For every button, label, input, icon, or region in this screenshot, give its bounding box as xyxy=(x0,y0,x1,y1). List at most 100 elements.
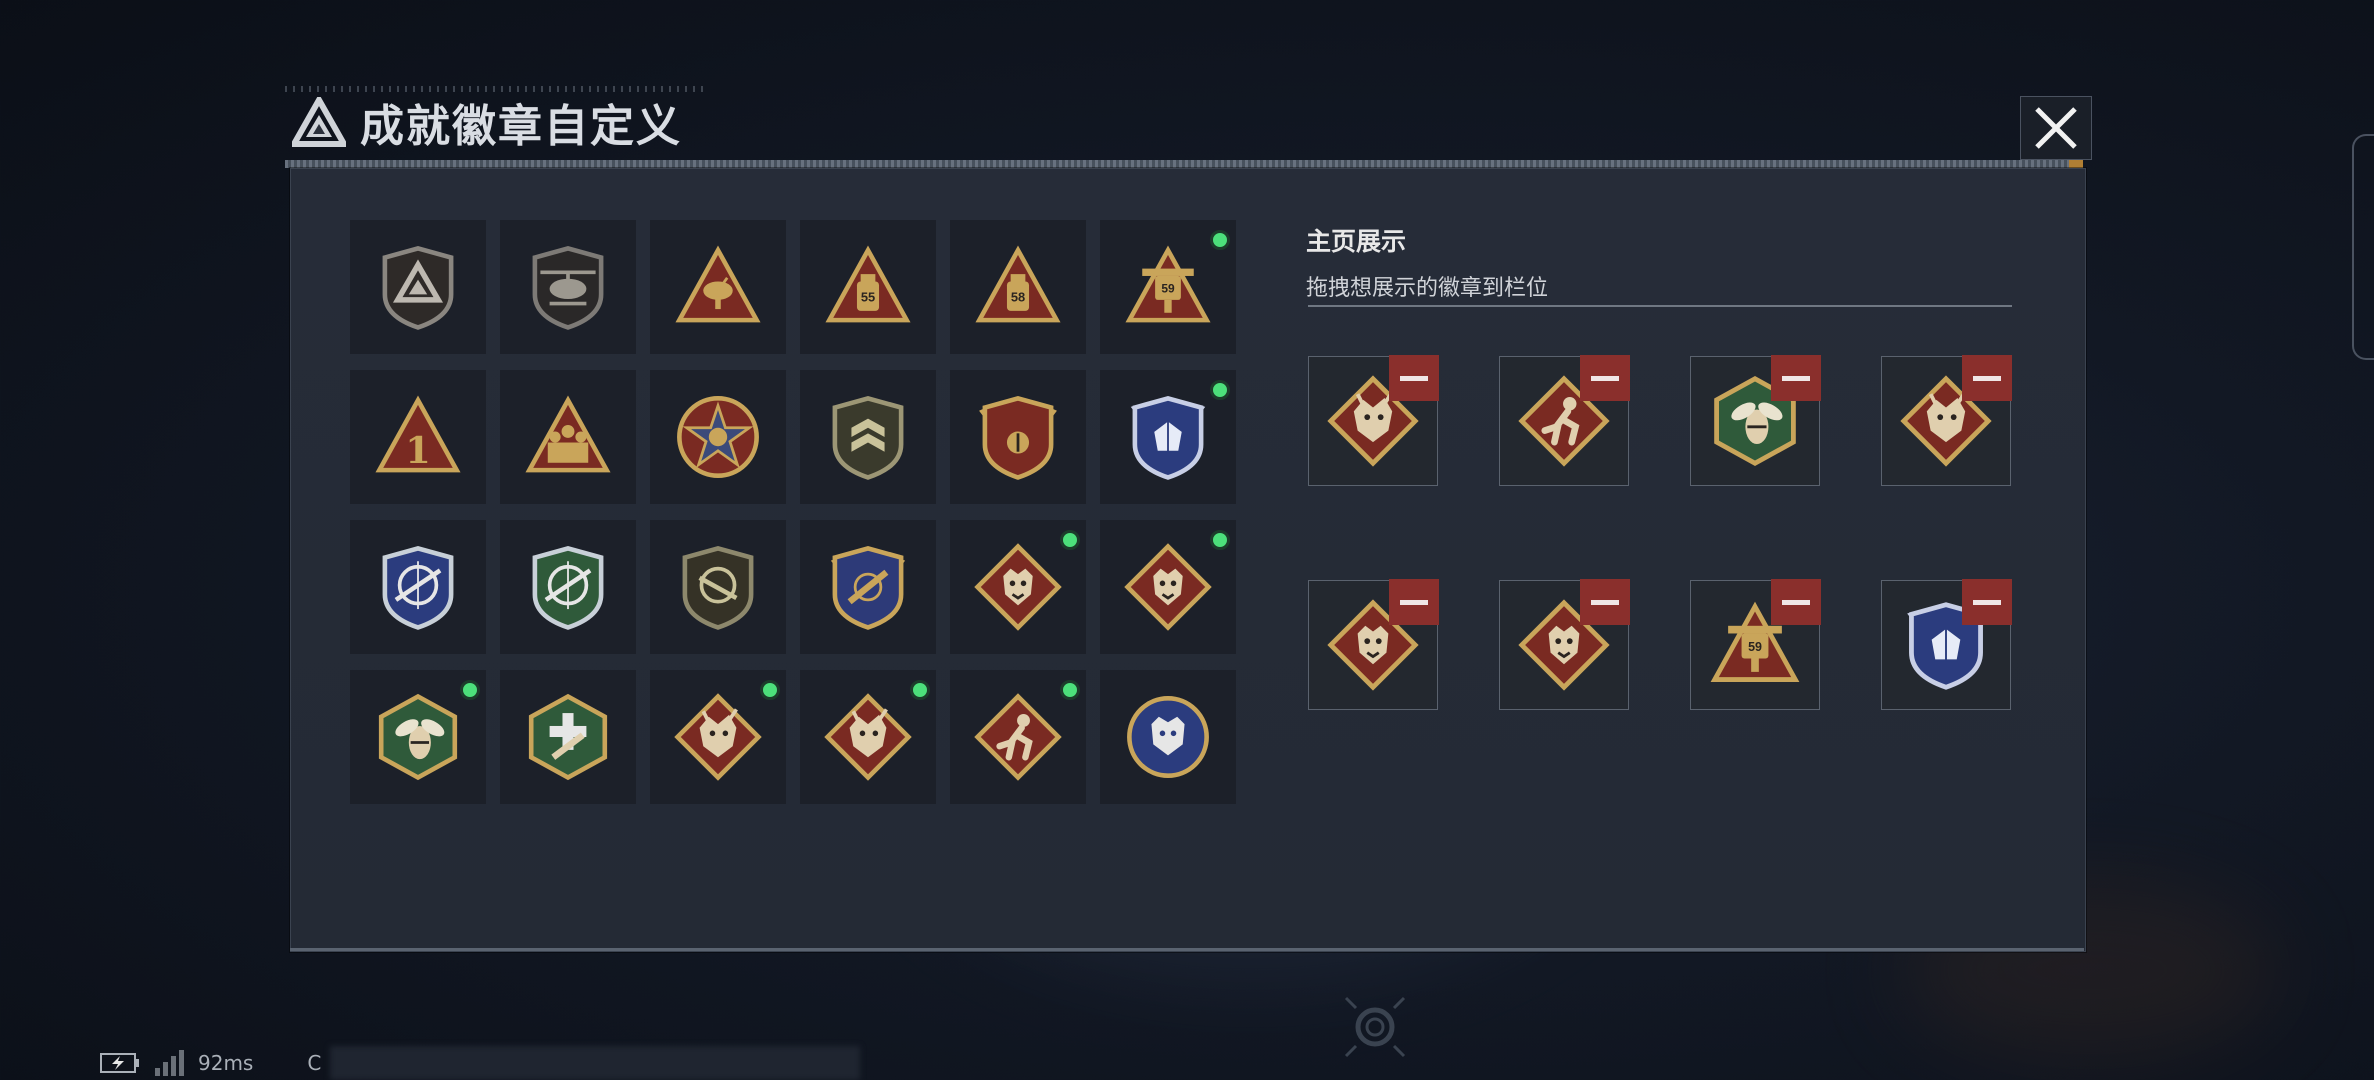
badge-cell[interactable]: 1 xyxy=(350,370,486,504)
badge-cell[interactable] xyxy=(650,670,786,804)
circle-rifle-badge-icon xyxy=(672,541,764,633)
badge-cell[interactable] xyxy=(650,520,786,654)
shield-triangle-badge-icon xyxy=(372,241,464,333)
minus-icon xyxy=(1973,599,2001,605)
showcase-slot[interactable] xyxy=(1308,355,1439,486)
new-indicator-dot xyxy=(1210,230,1230,250)
badge-cell[interactable] xyxy=(800,520,936,654)
dragon-diamond-badge-icon xyxy=(672,691,764,783)
minus-icon xyxy=(1973,375,2001,381)
remove-badge-button[interactable] xyxy=(1771,355,1821,401)
minus-icon xyxy=(1400,599,1428,605)
runner-diamond-badge-icon xyxy=(972,691,1064,783)
gold-rifle-shield-badge-icon xyxy=(822,541,914,633)
wolf-diamond-badge-icon xyxy=(972,541,1064,633)
showcase-slot[interactable] xyxy=(1690,355,1821,486)
star-medal-badge-icon xyxy=(672,391,764,483)
page-title: 成就徽章自定义 xyxy=(360,101,682,152)
crosshair-target-icon xyxy=(1344,996,1406,1058)
ping-value: 92ms xyxy=(198,1051,254,1075)
close-button[interactable] xyxy=(2020,96,2092,160)
helicopter-badge-icon xyxy=(522,241,614,333)
minus-icon xyxy=(1782,599,1810,605)
dialog-title: 成就徽章自定义 xyxy=(292,92,682,152)
badge-cell[interactable] xyxy=(1100,670,1236,804)
badge-cell[interactable] xyxy=(950,370,1086,504)
new-indicator-dot xyxy=(1060,680,1080,700)
blue-crystal-badge-icon xyxy=(1122,391,1214,483)
medic-hexagon-badge-icon xyxy=(522,691,614,783)
badge-cell[interactable] xyxy=(350,220,486,354)
svg-text:58: 58 xyxy=(1011,290,1025,305)
remove-badge-button[interactable] xyxy=(1962,579,2012,625)
showcase-slot[interactable]: 59 xyxy=(1690,579,1821,710)
close-icon xyxy=(2035,107,2077,149)
badge-cell[interactable] xyxy=(1100,370,1236,504)
badge-cell[interactable] xyxy=(500,670,636,804)
triangle-soldiers-badge-icon xyxy=(522,391,614,483)
satellite-dish-badge-icon xyxy=(672,241,764,333)
svg-text:1: 1 xyxy=(405,428,431,472)
minus-icon xyxy=(1400,375,1428,381)
badge-cell[interactable] xyxy=(500,520,636,654)
showcase-divider xyxy=(1308,305,2012,307)
remove-badge-button[interactable] xyxy=(1580,355,1630,401)
badge-cell[interactable] xyxy=(650,370,786,504)
new-indicator-dot xyxy=(1060,530,1080,550)
hornet-hexagon-badge-icon xyxy=(372,691,464,783)
showcase-subtitle: 拖拽想展示的徽章到栏位 xyxy=(1306,276,1549,301)
side-drawer-handle[interactable] xyxy=(2352,134,2374,360)
triangle-58-badge-icon: 58 xyxy=(972,241,1064,333)
badge-cell[interactable] xyxy=(800,370,936,504)
badge-cell[interactable]: 58 xyxy=(950,220,1086,354)
tank-59-badge-icon: 59 xyxy=(1122,241,1214,333)
badge-cell[interactable] xyxy=(500,370,636,504)
wolf-circle-badge-icon xyxy=(1122,691,1214,783)
remove-badge-button[interactable] xyxy=(1389,355,1439,401)
svg-text:55: 55 xyxy=(861,290,875,305)
signal-icon xyxy=(155,1050,184,1076)
panel-bottom-border xyxy=(290,948,2084,951)
dragon-diamond-badge-icon xyxy=(822,691,914,783)
badge-cell[interactable] xyxy=(350,670,486,804)
new-indicator-dot xyxy=(1210,530,1230,550)
new-indicator-dot xyxy=(760,680,780,700)
badge-cell[interactable] xyxy=(950,670,1086,804)
new-indicator-dot xyxy=(460,680,480,700)
badge-cell[interactable]: 59 xyxy=(1100,220,1236,354)
showcase-slot[interactable] xyxy=(1499,579,1630,710)
remove-badge-button[interactable] xyxy=(1389,579,1439,625)
blue-crosshair-rifle-badge-icon xyxy=(372,541,464,633)
badge-cell[interactable] xyxy=(950,520,1086,654)
remove-badge-button[interactable] xyxy=(1771,579,1821,625)
badge-cell[interactable] xyxy=(350,520,486,654)
showcase-slot[interactable] xyxy=(1308,579,1439,710)
minus-icon xyxy=(1782,375,1810,381)
panel-top-border xyxy=(285,160,2083,168)
badge-cell[interactable]: 55 xyxy=(800,220,936,354)
remove-badge-button[interactable] xyxy=(1962,355,2012,401)
remove-badge-button[interactable] xyxy=(1580,579,1630,625)
minus-icon xyxy=(1591,375,1619,381)
svg-text:59: 59 xyxy=(1161,282,1175,296)
showcase-slot[interactable] xyxy=(1881,355,2012,486)
showcase-title: 主页展示 xyxy=(1306,227,1407,256)
winged-shield-badge-icon xyxy=(972,391,1064,483)
showcase-slots: 59 xyxy=(1308,355,2012,710)
showcase-slot[interactable] xyxy=(1881,579,2012,710)
badge-cell[interactable] xyxy=(650,220,786,354)
channel-label: C xyxy=(307,1051,322,1075)
showcase-slot[interactable] xyxy=(1499,355,1630,486)
badge-cell[interactable] xyxy=(1100,520,1236,654)
status-hud: 92ms C xyxy=(100,1050,321,1076)
green-crosshair-rifle-badge-icon xyxy=(522,541,614,633)
badge-cell[interactable] xyxy=(800,670,936,804)
badge-cell[interactable] xyxy=(500,220,636,354)
badge-grid: 55 58 59 1 xyxy=(350,220,1236,804)
svg-text:59: 59 xyxy=(1748,640,1762,654)
wolf-diamond-badge-icon xyxy=(1122,541,1214,633)
new-indicator-dot xyxy=(910,680,930,700)
triangle-55-badge-icon: 55 xyxy=(822,241,914,333)
shield-chevron-badge-icon xyxy=(822,391,914,483)
blurred-info xyxy=(330,1046,860,1080)
